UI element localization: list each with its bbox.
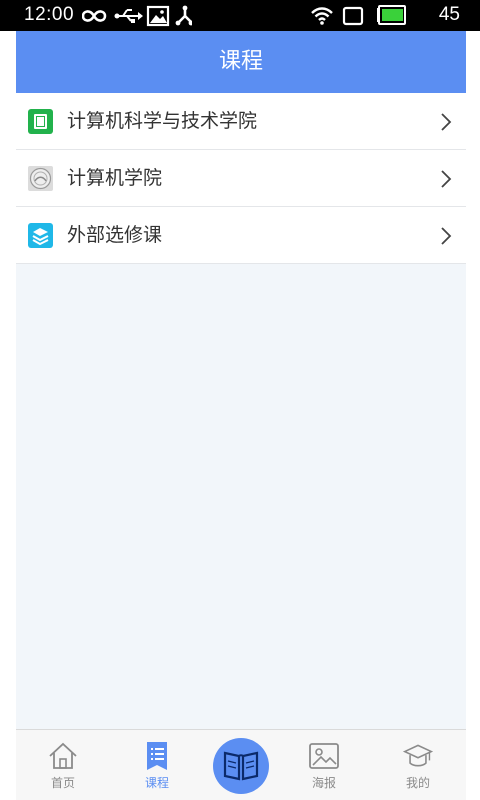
green-book-icon xyxy=(28,109,53,134)
open-book-icon xyxy=(223,751,259,781)
infinity-icon xyxy=(81,10,107,22)
nav-item-home[interactable]: 首页 xyxy=(18,730,108,800)
nav-label: 我的 xyxy=(405,776,430,790)
cyan-stack-icon xyxy=(28,223,53,248)
graduation-cap-icon xyxy=(403,744,433,767)
nav-item-courses[interactable]: 课程 xyxy=(112,730,202,800)
list-icon xyxy=(147,742,167,770)
wifi-icon xyxy=(311,7,333,25)
app-header: 课程 xyxy=(16,31,466,93)
bottom-nav: 首页 课程 海报 我的 xyxy=(16,729,466,800)
status-bar: 12:00 45 xyxy=(0,0,480,31)
chevron-right-icon xyxy=(441,170,452,188)
battery-percentage: 45 xyxy=(438,4,460,25)
course-item-label: 计算机学院 xyxy=(67,167,163,189)
status-time: 12:00 xyxy=(24,4,75,25)
nav-label: 课程 xyxy=(144,776,169,790)
sim-icon xyxy=(342,6,364,26)
nav-item-posters[interactable]: 海报 xyxy=(279,730,369,800)
chevron-right-icon xyxy=(441,227,452,245)
status-left-icons xyxy=(81,5,194,27)
course-item-label: 计算机科学与技术学院 xyxy=(67,110,258,132)
status-right-icons xyxy=(310,5,430,26)
battery-icon xyxy=(377,5,406,25)
share-icon xyxy=(175,5,194,26)
course-item-label: 外部选修课 xyxy=(67,224,163,246)
emblem-icon xyxy=(28,166,53,191)
nav-label: 首页 xyxy=(50,776,75,790)
picture-icon xyxy=(309,743,339,769)
app-frame: 课程 计算机科学与技术学院 计算机学院 外部选修课 首页 课程 海报 我的 xyxy=(16,31,466,800)
course-item-external-electives[interactable]: 外部选修课 xyxy=(16,207,466,264)
image-icon xyxy=(146,5,170,27)
home-icon xyxy=(49,742,77,769)
center-book-button[interactable] xyxy=(213,738,269,794)
chevron-right-icon xyxy=(441,113,452,131)
course-list: 计算机科学与技术学院 计算机学院 外部选修课 xyxy=(16,93,466,264)
course-item-computer-college[interactable]: 计算机学院 xyxy=(16,150,466,207)
course-item-computer-science-technology[interactable]: 计算机科学与技术学院 xyxy=(16,93,466,150)
page-title: 课程 xyxy=(218,49,263,74)
nav-label: 海报 xyxy=(311,776,336,790)
usb-icon xyxy=(114,9,143,23)
nav-item-profile[interactable]: 我的 xyxy=(373,730,463,800)
